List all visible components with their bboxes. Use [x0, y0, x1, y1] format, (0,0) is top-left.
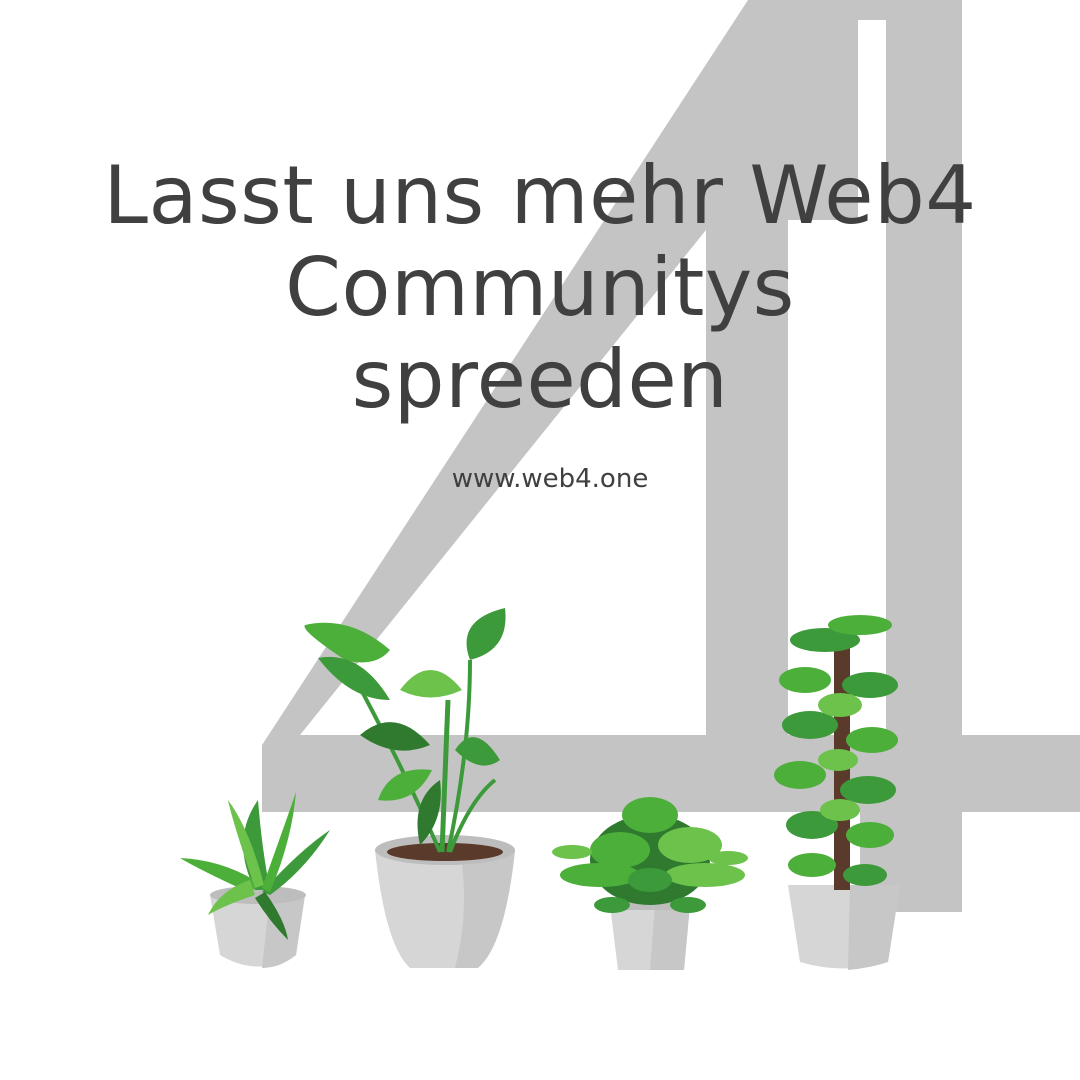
plants-illustration	[180, 608, 900, 970]
poster: Lasst uns mehr Web4 Communitys spreeden …	[0, 0, 1080, 1080]
bird-of-paradise-plant-icon	[304, 608, 515, 968]
fern-plant-icon	[552, 797, 748, 970]
aloe-plant-icon	[180, 792, 330, 968]
pothos-moss-pole-plant-icon	[774, 615, 900, 970]
